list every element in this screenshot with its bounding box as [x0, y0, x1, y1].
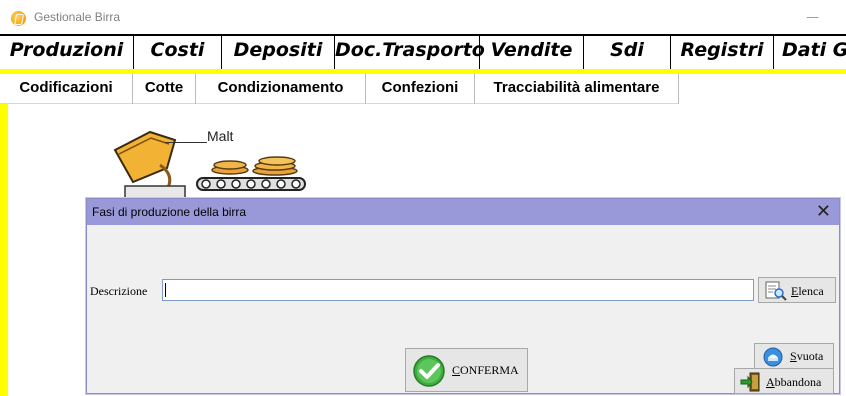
menu-registri[interactable]: Registri: [671, 36, 774, 69]
main-menu: Produzioni Costi Depositi Doc.Trasporto …: [0, 34, 846, 70]
elenca-button[interactable]: Elenca: [758, 277, 836, 303]
abbandona-label: Abbandona: [766, 375, 822, 389]
minimize-button[interactable]: —: [806, 10, 819, 25]
menu-sdi[interactable]: Sdi: [584, 36, 671, 69]
submenu-empty-area: [679, 74, 846, 104]
menu-costi[interactable]: Costi: [134, 36, 222, 69]
submenu-condizionamento[interactable]: Condizionamento: [196, 74, 366, 104]
menu-produzioni[interactable]: Produzioni: [0, 36, 134, 69]
exit-icon: [740, 372, 760, 392]
submenu-codificazioni[interactable]: Codificazioni: [0, 74, 133, 104]
clear-icon: [763, 347, 783, 367]
app-icon: [11, 11, 26, 26]
submenu-tracciabilita[interactable]: Tracciabilità alimentare: [475, 74, 679, 104]
svuota-label: Svuota: [790, 349, 824, 363]
malt-pointer-line: [165, 142, 207, 143]
sub-menu: Codificazioni Cotte Condizionamento Conf…: [0, 74, 846, 104]
elenca-label: Elenca: [791, 284, 824, 298]
window-title: Gestionale Birra: [34, 10, 121, 24]
production-phases-dialog: Fasi di produzione della birra ✕ Descriz…: [86, 198, 840, 394]
check-icon: [413, 355, 445, 387]
description-label: Descrizione: [90, 284, 148, 298]
menu-vendite[interactable]: Vendite: [480, 36, 584, 69]
abbandona-button[interactable]: Abbandona: [734, 368, 834, 394]
dialog-body: Descrizione Elenca CONFERMA Svuota Abban…: [87, 225, 839, 394]
search-list-icon: [765, 281, 787, 301]
window-titlebar: Gestionale Birra —: [0, 0, 846, 36]
close-icon[interactable]: ✕: [816, 201, 831, 222]
dialog-titlebar: Fasi di produzione della birra ✕: [87, 199, 839, 225]
dialog-title: Fasi di produzione della birra: [92, 205, 247, 219]
menu-depositi[interactable]: Depositi: [222, 36, 335, 69]
malt-label: Malt: [207, 128, 234, 144]
menu-dati-generali[interactable]: Dati G: [774, 36, 846, 69]
conveyor-icon: [196, 156, 306, 191]
description-input[interactable]: [162, 279, 754, 301]
conferma-button[interactable]: CONFERMA: [405, 348, 528, 392]
menu-doc-trasporto[interactable]: Doc.Trasporto: [335, 36, 485, 69]
submenu-cotte[interactable]: Cotte: [133, 74, 196, 104]
conferma-label: CONFERMA: [452, 363, 519, 377]
svuota-button[interactable]: Svuota: [754, 343, 834, 369]
text-caret: [165, 283, 166, 297]
submenu-confezioni[interactable]: Confezioni: [366, 74, 475, 104]
